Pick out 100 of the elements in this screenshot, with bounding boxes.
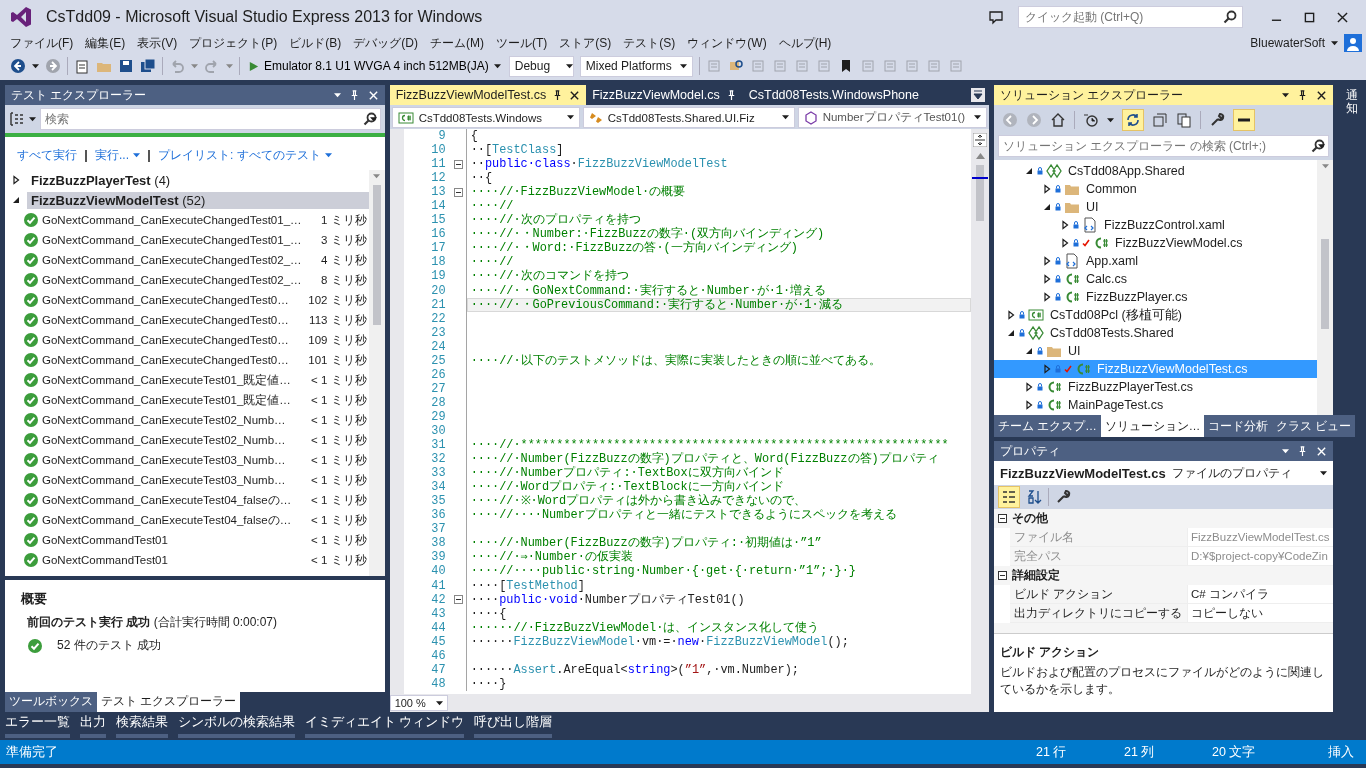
menu-item[interactable]: 編集(E) (79, 34, 132, 52)
test-name[interactable]: GoNextCommand_CanExecuteTest02_Numb… (42, 434, 309, 446)
toolbar-link[interactable]: すべて実行 (17, 147, 77, 164)
toolbar-link[interactable]: プレイリスト: すべてのテスト (158, 147, 332, 164)
navigation-dropdown[interactable]: CsTdd08Tests.Windows (391, 107, 580, 128)
menu-item[interactable]: ビルド(B) (283, 34, 348, 52)
panel-tab[interactable]: ツールボックス (5, 692, 97, 712)
test-name[interactable]: GoNextCommand_CanExecuteTest04_falseの… (42, 492, 309, 508)
expand-arrow-icon[interactable] (1024, 382, 1035, 392)
expand-arrow-icon[interactable] (1042, 256, 1053, 266)
test-name[interactable]: GoNextCommand_CanExecuteTest04_falseの… (42, 512, 309, 528)
scroll-up-icon[interactable] (975, 153, 985, 159)
menu-item[interactable]: ツール(T) (490, 34, 554, 52)
expand-arrow-icon[interactable] (1024, 400, 1035, 410)
save-icon[interactable] (118, 58, 134, 74)
menu-item[interactable]: ファイル(F) (4, 34, 80, 52)
avatar-icon[interactable] (1344, 34, 1362, 52)
expand-arrow-icon[interactable] (1042, 184, 1053, 194)
collapse-icon[interactable] (454, 187, 464, 197)
panel-tab[interactable]: テスト エクスプローラー (97, 692, 241, 712)
scroll-thumb[interactable] (1321, 239, 1330, 329)
scroll-thumb[interactable] (372, 185, 381, 325)
tree-item[interactable]: UI (994, 342, 1318, 360)
sync-icon[interactable] (1125, 112, 1142, 128)
menu-item[interactable]: チーム(M) (424, 34, 490, 52)
collapse-arrow-icon[interactable] (1006, 328, 1017, 338)
expand-arrow-icon[interactable] (1042, 364, 1053, 374)
menu-item[interactable]: プロジェクト(P) (183, 34, 284, 52)
expand-arrow-icon[interactable] (11, 175, 21, 185)
panel-tab[interactable]: コード分析 (1204, 415, 1273, 437)
close-icon[interactable] (569, 89, 581, 101)
collapse-all-icon[interactable] (1152, 112, 1169, 128)
sort-alphabetical-icon[interactable] (1026, 489, 1043, 505)
editor-tab[interactable]: CsTdd08Tests.WindowsPhone (742, 85, 925, 105)
tree-item[interactable]: CsTdd08Tests.Shared (994, 324, 1318, 342)
expand-arrow-icon[interactable] (1060, 220, 1071, 230)
panel-tab[interactable]: ソリューション… (1100, 415, 1205, 437)
collapse-icon[interactable] (454, 159, 464, 169)
collapse-arrow-icon[interactable] (1042, 202, 1053, 212)
test-name[interactable]: GoNextCommand_CanExecuteTest01_既定値… (42, 392, 309, 408)
test-name[interactable]: GoNextCommandTest01 (42, 554, 309, 566)
history-icon[interactable] (1083, 112, 1100, 128)
tab-list-icon[interactable] (971, 88, 986, 102)
test-name[interactable]: GoNextCommand_CanExecuteTest02_Numb… (42, 414, 309, 426)
tree-item[interactable]: Calc.cs (994, 270, 1318, 288)
back-icon[interactable] (10, 58, 26, 74)
search-field[interactable]: 検索 (40, 108, 381, 130)
navigation-dropdown[interactable]: NumberプロパティTest01() (797, 107, 988, 128)
collapse-icon[interactable] (998, 571, 1008, 580)
scrollbar[interactable] (1317, 160, 1334, 415)
expand-arrow-icon[interactable] (1042, 274, 1053, 284)
tree-item[interactable]: UI (994, 198, 1318, 216)
test-name[interactable]: GoNextCommandTest01 (42, 534, 309, 546)
configuration-dropdown[interactable]: Debug (508, 55, 574, 77)
collapse-icon[interactable] (454, 595, 464, 605)
editor-tab[interactable]: FizzBuzzViewModel.cs (586, 85, 743, 105)
test-name[interactable]: GoNextCommand_CanExecuteChangedTest0… (42, 294, 306, 306)
test-group[interactable]: FizzBuzzPlayerTest (4) (27, 171, 175, 189)
collapse-icon[interactable] (998, 514, 1008, 523)
menu-item[interactable]: ヘルプ(H) (772, 34, 838, 52)
tree-item[interactable]: FizzBuzzViewModel.cs (994, 234, 1318, 252)
expand-arrow-icon[interactable] (1006, 310, 1017, 320)
tree-item[interactable]: MainPageTest.cs (994, 396, 1318, 414)
tree-item[interactable]: FizzBuzzControl.xaml (994, 216, 1318, 234)
tree-item[interactable]: App.xaml (994, 252, 1318, 270)
test-name[interactable]: GoNextCommand_CanExecuteChangedTest01_… (42, 214, 319, 226)
panel-tab[interactable]: クラス ビュー (1272, 415, 1356, 437)
tree-item[interactable]: Common (994, 180, 1318, 198)
menu-item[interactable]: ウィンドウ(W) (681, 34, 773, 52)
editor-tab[interactable]: FizzBuzzViewModelTest.cs (389, 85, 587, 105)
toolbar-link[interactable]: 実行... (95, 147, 140, 164)
split-icon[interactable] (973, 133, 988, 147)
tree-item[interactable]: CsTdd08App.Shared (994, 162, 1318, 180)
test-name[interactable]: GoNextCommand_CanExecuteChangedTest01_… (42, 234, 319, 246)
expand-arrow-icon[interactable] (1060, 238, 1071, 248)
object-dropdown[interactable]: FizzBuzzViewModelTest.cs ファイルのプロパティ (994, 461, 1334, 485)
quick-launch-field[interactable]: クイック起動 (Ctrl+Q) (1018, 6, 1243, 28)
save-all-icon[interactable] (140, 58, 156, 74)
maximize-icon[interactable] (1304, 11, 1315, 23)
close-icon[interactable] (1316, 445, 1328, 457)
tree-item[interactable]: FizzBuzzPlayer.cs (994, 288, 1318, 306)
platform-dropdown[interactable]: Mixed Platforms (579, 55, 693, 77)
wrench-icon[interactable] (1209, 112, 1226, 128)
categorized-icon[interactable] (1001, 489, 1018, 505)
show-all-files-icon[interactable] (1176, 112, 1193, 128)
test-group[interactable]: FizzBuzzViewModelTest (52) (27, 191, 369, 209)
wrench-icon[interactable] (1055, 489, 1072, 505)
test-name[interactable]: GoNextCommand_CanExecuteChangedTest0… (42, 334, 306, 346)
search-field[interactable]: ソリューション エクスプローラー の検索 (Ctrl+;) (998, 135, 1330, 157)
test-name[interactable]: GoNextCommand_CanExecuteChangedTest02_… (42, 274, 319, 286)
test-name[interactable]: GoNextCommand_CanExecuteChangedTest0… (42, 354, 306, 366)
test-name[interactable]: GoNextCommand_CanExecuteTest03_Numb… (42, 454, 309, 466)
expand-arrow-icon[interactable] (1042, 292, 1053, 302)
tree-item[interactable]: FizzBuzzPlayerTest.cs (994, 378, 1318, 396)
notifications-tab[interactable]: 通知 (1346, 89, 1358, 116)
tree-item[interactable]: CsTdd08Pcl (移植可能) (994, 306, 1318, 324)
test-name[interactable]: GoNextCommand_CanExecuteChangedTest02_… (42, 254, 319, 266)
menu-item[interactable]: デバッグ(D) (347, 34, 424, 52)
close-icon[interactable] (1337, 11, 1348, 23)
group-by-icon[interactable] (9, 111, 25, 127)
